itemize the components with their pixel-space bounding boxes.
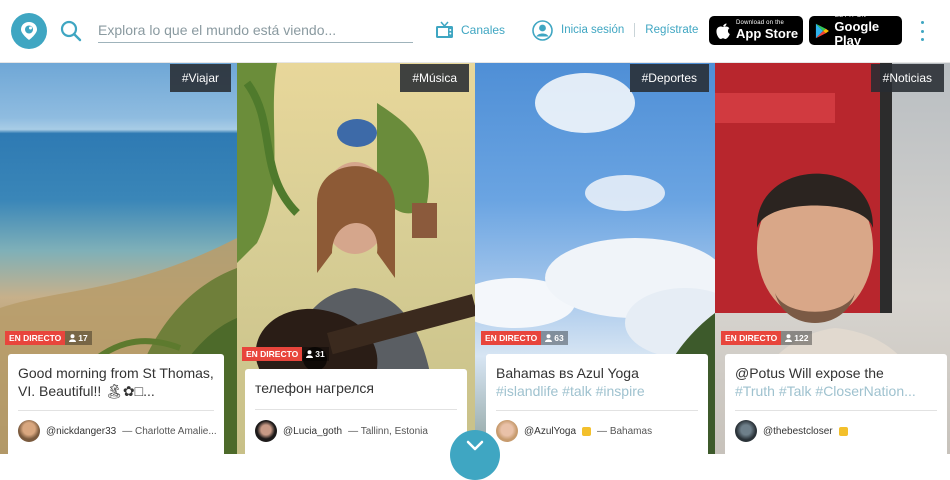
viewer-count: 17 bbox=[65, 331, 92, 345]
broadcast-card[interactable]: Bahamas вs Azul Yoga #islandlife #talk #… bbox=[486, 354, 708, 454]
chevron-down-icon bbox=[466, 440, 484, 451]
channels-link[interactable]: Canales bbox=[435, 18, 505, 42]
live-badge: EN DIRECTO bbox=[242, 347, 303, 361]
googleplay-big-text: Google Play bbox=[834, 19, 880, 48]
login-area: Inicia sesión Regístrate bbox=[532, 18, 698, 42]
app-store-button[interactable]: Download on the App Store bbox=[709, 16, 803, 45]
broadcaster-info[interactable]: @AzulYoga — Bahamas bbox=[496, 420, 652, 442]
live-badge: EN DIRECTO bbox=[481, 331, 542, 345]
search-input[interactable] bbox=[98, 18, 413, 43]
title-text: Bahamas вs Azul Yoga bbox=[496, 365, 639, 381]
viewer-count-value: 17 bbox=[78, 333, 88, 343]
broadcast-title: Good morning from St Thomas, VI. Beautif… bbox=[18, 365, 214, 399]
broadcaster-handle[interactable]: @nickdanger33 bbox=[46, 426, 116, 437]
broadcaster-handle[interactable]: @thebestcloser bbox=[763, 426, 833, 437]
broadcaster-info[interactable]: @nickdanger33 — Charlotte Amalie... bbox=[18, 420, 217, 442]
periscope-logo[interactable] bbox=[11, 13, 47, 49]
appstore-big-text: App Store bbox=[736, 26, 799, 41]
scroll-down-button[interactable] bbox=[450, 430, 500, 480]
viewer-count: 31 bbox=[302, 347, 329, 361]
viewer-count: 122 bbox=[781, 331, 813, 345]
viewer-count-value: 31 bbox=[315, 349, 325, 359]
broadcast-card[interactable]: телефон нагрелся @Lucia_goth — Tallinn, … bbox=[245, 369, 467, 454]
pin-icon bbox=[21, 22, 37, 40]
title-text: @Potus Will expose the bbox=[735, 365, 884, 381]
viewer-icon bbox=[306, 350, 314, 358]
avatar[interactable] bbox=[18, 420, 40, 442]
viewer-icon bbox=[785, 334, 793, 342]
divider bbox=[18, 410, 214, 411]
divider bbox=[735, 410, 937, 411]
title-hashtags[interactable]: #Truth #Talk #CloserNation... bbox=[735, 383, 916, 399]
viewer-count-value: 63 bbox=[554, 333, 564, 343]
live-badge: EN DIRECTO bbox=[721, 331, 782, 345]
viewer-count-value: 122 bbox=[794, 333, 809, 343]
broadcast-tile[interactable]: #Noticias EN DIRECTO 122 @Potus Will exp… bbox=[715, 63, 950, 454]
broadcast-location: — Tallinn, Estonia bbox=[348, 425, 428, 437]
apple-icon bbox=[716, 23, 730, 39]
title-hashtags[interactable]: #islandlife #talk #inspire bbox=[496, 383, 645, 399]
broadcaster-info[interactable]: @Lucia_goth — Tallinn, Estonia bbox=[255, 420, 428, 442]
viewer-icon bbox=[545, 334, 553, 342]
divider bbox=[634, 23, 636, 37]
viewer-count: 63 bbox=[541, 331, 568, 345]
broadcast-tile[interactable]: #Deportes EN DIRECTO 63 Bahamas вs Azul … bbox=[475, 63, 715, 454]
avatar[interactable] bbox=[255, 420, 277, 442]
login-link[interactable]: Inicia sesión bbox=[561, 24, 624, 36]
live-indicator: EN DIRECTO 31 bbox=[242, 347, 329, 361]
crown-icon bbox=[838, 426, 848, 436]
crown-icon bbox=[582, 426, 592, 436]
register-link[interactable]: Regístrate bbox=[645, 24, 698, 36]
broadcast-title: телефон нагрелся bbox=[255, 380, 374, 396]
broadcast-location: — Bahamas bbox=[597, 425, 653, 437]
top-bar: Canales Inicia sesión Regístrate Downloa… bbox=[0, 0, 950, 63]
broadcast-card[interactable]: Good morning from St Thomas, VI. Beautif… bbox=[8, 354, 224, 454]
live-indicator: EN DIRECTO 122 bbox=[721, 331, 813, 345]
live-badge: EN DIRECTO bbox=[5, 331, 66, 345]
broadcast-title: Bahamas вs Azul Yoga #islandlife #talk #… bbox=[496, 364, 698, 400]
google-play-button[interactable]: GET IT ON Google Play bbox=[809, 13, 902, 48]
live-indicator: EN DIRECTO 17 bbox=[5, 331, 92, 345]
channels-label: Canales bbox=[461, 23, 506, 37]
category-tag[interactable]: #Noticias bbox=[870, 64, 944, 92]
divider bbox=[255, 409, 457, 410]
category-tag[interactable]: #Viajar bbox=[169, 64, 231, 92]
more-menu-icon[interactable] bbox=[918, 21, 926, 41]
divider bbox=[496, 410, 698, 411]
broadcast-tile[interactable]: #Viajar EN DIRECTO 17 Good morning from … bbox=[0, 63, 237, 454]
avatar[interactable] bbox=[496, 420, 518, 442]
broadcaster-handle[interactable]: @AzulYoga bbox=[524, 426, 576, 437]
broadcast-title: @Potus Will expose the #Truth #Talk #Clo… bbox=[735, 364, 937, 400]
avatar[interactable] bbox=[735, 420, 757, 442]
broadcast-card[interactable]: @Potus Will expose the #Truth #Talk #Clo… bbox=[725, 354, 947, 454]
broadcaster-handle[interactable]: @Lucia_goth bbox=[283, 426, 342, 437]
live-indicator: EN DIRECTO 63 bbox=[481, 331, 568, 345]
broadcaster-info[interactable]: @thebestcloser bbox=[735, 420, 848, 442]
broadcast-tile[interactable]: #Música EN DIRECTO 31 телефон нагрелся @… bbox=[237, 63, 475, 454]
viewer-icon bbox=[69, 334, 77, 342]
category-tag[interactable]: #Deportes bbox=[629, 64, 709, 92]
user-icon[interactable] bbox=[532, 19, 553, 41]
play-icon bbox=[815, 23, 829, 38]
tv-icon bbox=[436, 21, 453, 38]
category-tag[interactable]: #Música bbox=[400, 64, 469, 92]
broadcast-feed: #Viajar EN DIRECTO 17 Good morning from … bbox=[0, 63, 950, 454]
broadcast-location: — Charlotte Amalie... bbox=[122, 425, 217, 437]
search-icon[interactable] bbox=[60, 20, 82, 47]
